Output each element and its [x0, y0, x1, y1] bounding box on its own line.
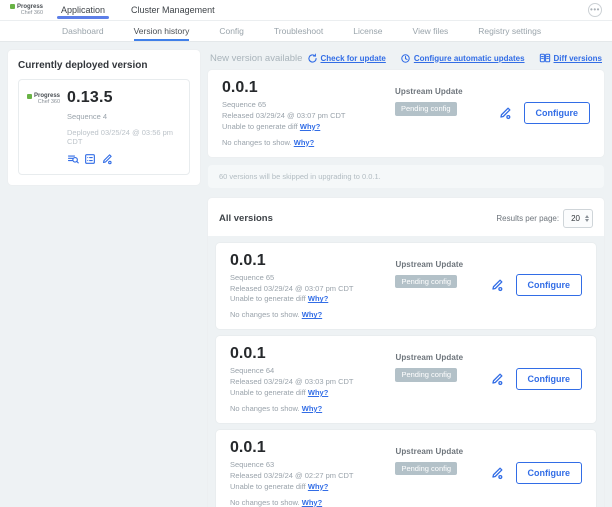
- deployed-timestamp: Deployed 03/25/24 @ 03:56 pm CDT: [67, 128, 181, 146]
- deploy-logs-icon[interactable]: [67, 153, 79, 165]
- subnav-config[interactable]: Config: [219, 21, 244, 41]
- select-stepper-icon: [585, 212, 589, 225]
- diff-why-link[interactable]: Why?: [308, 294, 328, 303]
- subnav-version-history[interactable]: Version history: [134, 21, 190, 41]
- currently-deployed-panel: Currently deployed version Progress Chef…: [8, 50, 200, 185]
- version-number: 0.0.1: [230, 252, 395, 270]
- version-type: Upstream Update: [395, 87, 498, 96]
- status-badge: Pending config: [395, 368, 457, 382]
- edit-config-icon[interactable]: [490, 278, 504, 292]
- all-versions-panel: All versions Results per page: 20 0.0.1 …: [208, 198, 604, 507]
- tab-cluster-management[interactable]: Cluster Management: [131, 0, 215, 20]
- version-released: Released 03/29/24 @ 03:07 pm CDT: [230, 284, 354, 293]
- version-row: 0.0.1 Sequence 65 Released 03/29/24 @ 03…: [216, 243, 596, 330]
- subnav-registry-settings[interactable]: Registry settings: [478, 21, 541, 41]
- diff-status: Unable to generate diff: [230, 482, 306, 491]
- new-version-card: 0.0.1 Sequence 65 Released 03/29/24 @ 03…: [208, 70, 604, 157]
- refresh-icon: [307, 53, 318, 64]
- logo-brand: Progress: [17, 4, 43, 10]
- diff-status: Unable to generate diff: [222, 122, 298, 131]
- changes-why-link[interactable]: Why?: [302, 498, 322, 507]
- logo-product: Chef 360: [21, 11, 43, 17]
- status-badge: Pending config: [395, 102, 457, 116]
- all-versions-title: All versions: [219, 213, 273, 224]
- logo-icon: [10, 4, 15, 9]
- subnav: Dashboard Version history Config Trouble…: [0, 21, 612, 42]
- configure-automatic-updates-link[interactable]: Configure automatic updates: [400, 53, 525, 64]
- diff-why-link[interactable]: Why?: [308, 482, 328, 491]
- deployed-version-card: Progress Chef 360 0.13.5 Sequence 4 Depl…: [18, 79, 190, 175]
- new-version-header: New version available Check for update C…: [210, 52, 602, 64]
- configure-button[interactable]: Configure: [516, 462, 583, 484]
- version-row: 0.0.1 Sequence 64 Released 03/29/24 @ 03…: [216, 336, 596, 423]
- logo-icon: [27, 94, 32, 99]
- tab-application[interactable]: Application: [61, 0, 105, 20]
- logo-product: Chef 360: [38, 100, 60, 106]
- auto-update-icon: [400, 53, 411, 64]
- subnav-view-files[interactable]: View files: [413, 21, 449, 41]
- changes-why-link[interactable]: Why?: [302, 404, 322, 413]
- ellipsis-menu-icon[interactable]: •••: [588, 3, 602, 17]
- configure-button[interactable]: Configure: [516, 274, 583, 296]
- subnav-troubleshoot[interactable]: Troubleshoot: [274, 21, 323, 41]
- app-logo-small: Progress Chef 360: [27, 93, 60, 165]
- changes-why-link[interactable]: Why?: [294, 138, 314, 147]
- deployed-title: Currently deployed version: [18, 60, 190, 71]
- app-tabs: Application Cluster Management: [61, 0, 215, 20]
- changes-status: No changes to show.: [230, 498, 300, 507]
- deployed-version-number: 0.13.5: [67, 89, 181, 107]
- edit-config-icon[interactable]: [490, 466, 504, 480]
- diff-status: Unable to generate diff: [230, 294, 306, 303]
- version-type: Upstream Update: [395, 353, 489, 362]
- subnav-dashboard[interactable]: Dashboard: [62, 21, 104, 41]
- status-badge: Pending config: [395, 462, 457, 476]
- version-sequence: Sequence 65: [230, 273, 274, 282]
- version-number: 0.0.1: [230, 439, 395, 457]
- version-released: Released 03/29/24 @ 02:27 pm CDT: [230, 471, 354, 480]
- configure-button[interactable]: Configure: [516, 368, 583, 390]
- skip-versions-note: 60 versions will be skipped in upgrading…: [208, 165, 604, 188]
- version-type: Upstream Update: [395, 447, 489, 456]
- new-version-title: New version available: [210, 53, 302, 64]
- deployed-sequence: Sequence 4: [67, 112, 181, 121]
- version-sequence: Sequence 65: [222, 100, 266, 109]
- changes-status: No changes to show.: [230, 310, 300, 319]
- configure-button[interactable]: Configure: [524, 102, 591, 124]
- subnav-license[interactable]: License: [353, 21, 382, 41]
- version-number: 0.0.1: [230, 345, 395, 363]
- edit-config-icon[interactable]: [498, 106, 512, 120]
- version-released: Released 03/29/24 @ 03:07 pm CDT: [222, 111, 346, 120]
- version-rows: 0.0.1 Sequence 65 Released 03/29/24 @ 03…: [208, 236, 604, 507]
- changes-status: No changes to show.: [222, 138, 292, 147]
- version-released: Released 03/29/24 @ 03:03 pm CDT: [230, 377, 354, 386]
- version-type: Upstream Update: [395, 260, 489, 269]
- diff-why-link[interactable]: Why?: [308, 388, 328, 397]
- diff-why-link[interactable]: Why?: [300, 122, 320, 131]
- version-number: 0.0.1: [222, 79, 395, 97]
- edit-config-icon[interactable]: [101, 153, 113, 165]
- diff-icon: [539, 52, 551, 64]
- version-sequence: Sequence 64: [230, 366, 274, 375]
- changes-status: No changes to show.: [230, 404, 300, 413]
- version-sequence: Sequence 63: [230, 460, 274, 469]
- check-for-update-link[interactable]: Check for update: [307, 53, 386, 64]
- app-logo: Progress Chef 360: [10, 4, 43, 17]
- changes-why-link[interactable]: Why?: [302, 310, 322, 319]
- version-row: 0.0.1 Sequence 63 Released 03/29/24 @ 02…: [216, 430, 596, 507]
- status-badge: Pending config: [395, 275, 457, 289]
- results-per-page-label: Results per page:: [496, 214, 559, 223]
- diff-status: Unable to generate diff: [230, 388, 306, 397]
- results-per-page-select[interactable]: 20: [563, 209, 593, 228]
- view-config-icon[interactable]: [84, 153, 96, 165]
- diff-versions-link[interactable]: Diff versions: [539, 52, 602, 64]
- top-header: Progress Chef 360 Application Cluster Ma…: [0, 0, 612, 21]
- edit-config-icon[interactable]: [490, 372, 504, 386]
